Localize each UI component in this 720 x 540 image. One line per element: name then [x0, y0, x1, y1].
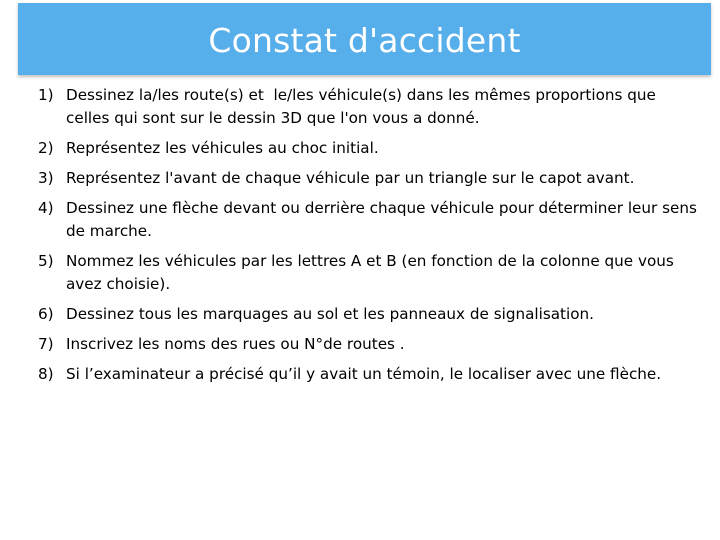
list-item: 6) Dessinez tous les marquages au sol et…	[0, 303, 720, 326]
list-item-text: Inscrivez les noms des rues ou N°de rout…	[66, 335, 405, 353]
list-item-text: Dessinez la/les route(s) et le/les véhic…	[66, 86, 661, 127]
list-item-text: Si l’examinateur a précisé qu’il y avait…	[66, 365, 662, 383]
list-item-number: 1)	[38, 86, 54, 104]
list-item: 4) Dessinez une flèche devant ou derrièr…	[0, 197, 720, 243]
list-item-number: 7)	[38, 335, 54, 353]
list-item-text: Représentez les véhicules au choc initia…	[66, 139, 379, 157]
list-item: 2) Représentez les véhicules au choc ini…	[0, 137, 720, 160]
list-item-number: 4)	[38, 199, 54, 217]
list-item-text: Dessinez tous les marquages au sol et le…	[66, 305, 594, 323]
list-item-text: Dessinez une flèche devant ou derrière c…	[66, 199, 702, 240]
list-item-number: 6)	[38, 305, 54, 323]
list-item-text: Nommez les véhicules par les lettres A e…	[66, 252, 679, 293]
list-item: 3) Représentez l'avant de chaque véhicul…	[0, 167, 720, 190]
list-item-number: 3)	[38, 169, 54, 187]
list-item-text: Représentez l'avant de chaque véhicule p…	[66, 169, 635, 187]
list-item: 8) Si l’examinateur a précisé qu’il y av…	[0, 363, 720, 386]
list-item: 1) Dessinez la/les route(s) et le/les vé…	[0, 84, 720, 130]
list-item-number: 2)	[38, 139, 54, 157]
list-item: 7) Inscrivez les noms des rues ou N°de r…	[0, 333, 720, 356]
instruction-list: 1) Dessinez la/les route(s) et le/les vé…	[0, 84, 720, 393]
title-banner: Constat d'accident	[18, 3, 711, 75]
list-item-number: 5)	[38, 252, 54, 270]
list-item-number: 8)	[38, 365, 54, 383]
page-title: Constat d'accident	[208, 20, 521, 60]
list-item: 5) Nommez les véhicules par les lettres …	[0, 250, 720, 296]
